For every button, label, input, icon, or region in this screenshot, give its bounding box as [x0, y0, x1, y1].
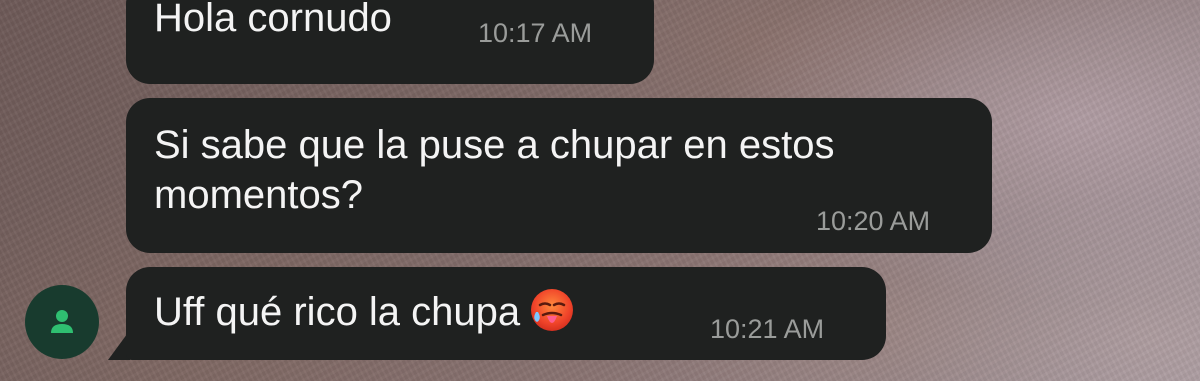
message-timestamp: 10:17 AM — [478, 18, 593, 48]
contact-avatar[interactable] — [25, 285, 99, 359]
message-text: Si sabe que la puse a chupar en estos mo… — [154, 123, 835, 217]
message-timestamp: 10:21 AM — [710, 314, 825, 344]
message-text: Uff qué rico la chupa — [154, 290, 521, 334]
user-silhouette-icon — [51, 310, 73, 333]
message-text-row: Uff qué rico la chupa — [154, 287, 576, 338]
message-timestamp: 10:20 AM — [816, 206, 931, 236]
hot-face-emoji-icon — [531, 289, 574, 332]
message-bubble[interactable]: Si sabe que la puse a chupar en estos mo… — [126, 98, 992, 253]
message-bubble[interactable]: Uff qué rico la chupa 10:21 AM — [126, 267, 886, 360]
message-bubble[interactable]: Hola cornudo 10:17 AM — [126, 0, 654, 84]
message-text: Hola cornudo — [154, 0, 392, 40]
